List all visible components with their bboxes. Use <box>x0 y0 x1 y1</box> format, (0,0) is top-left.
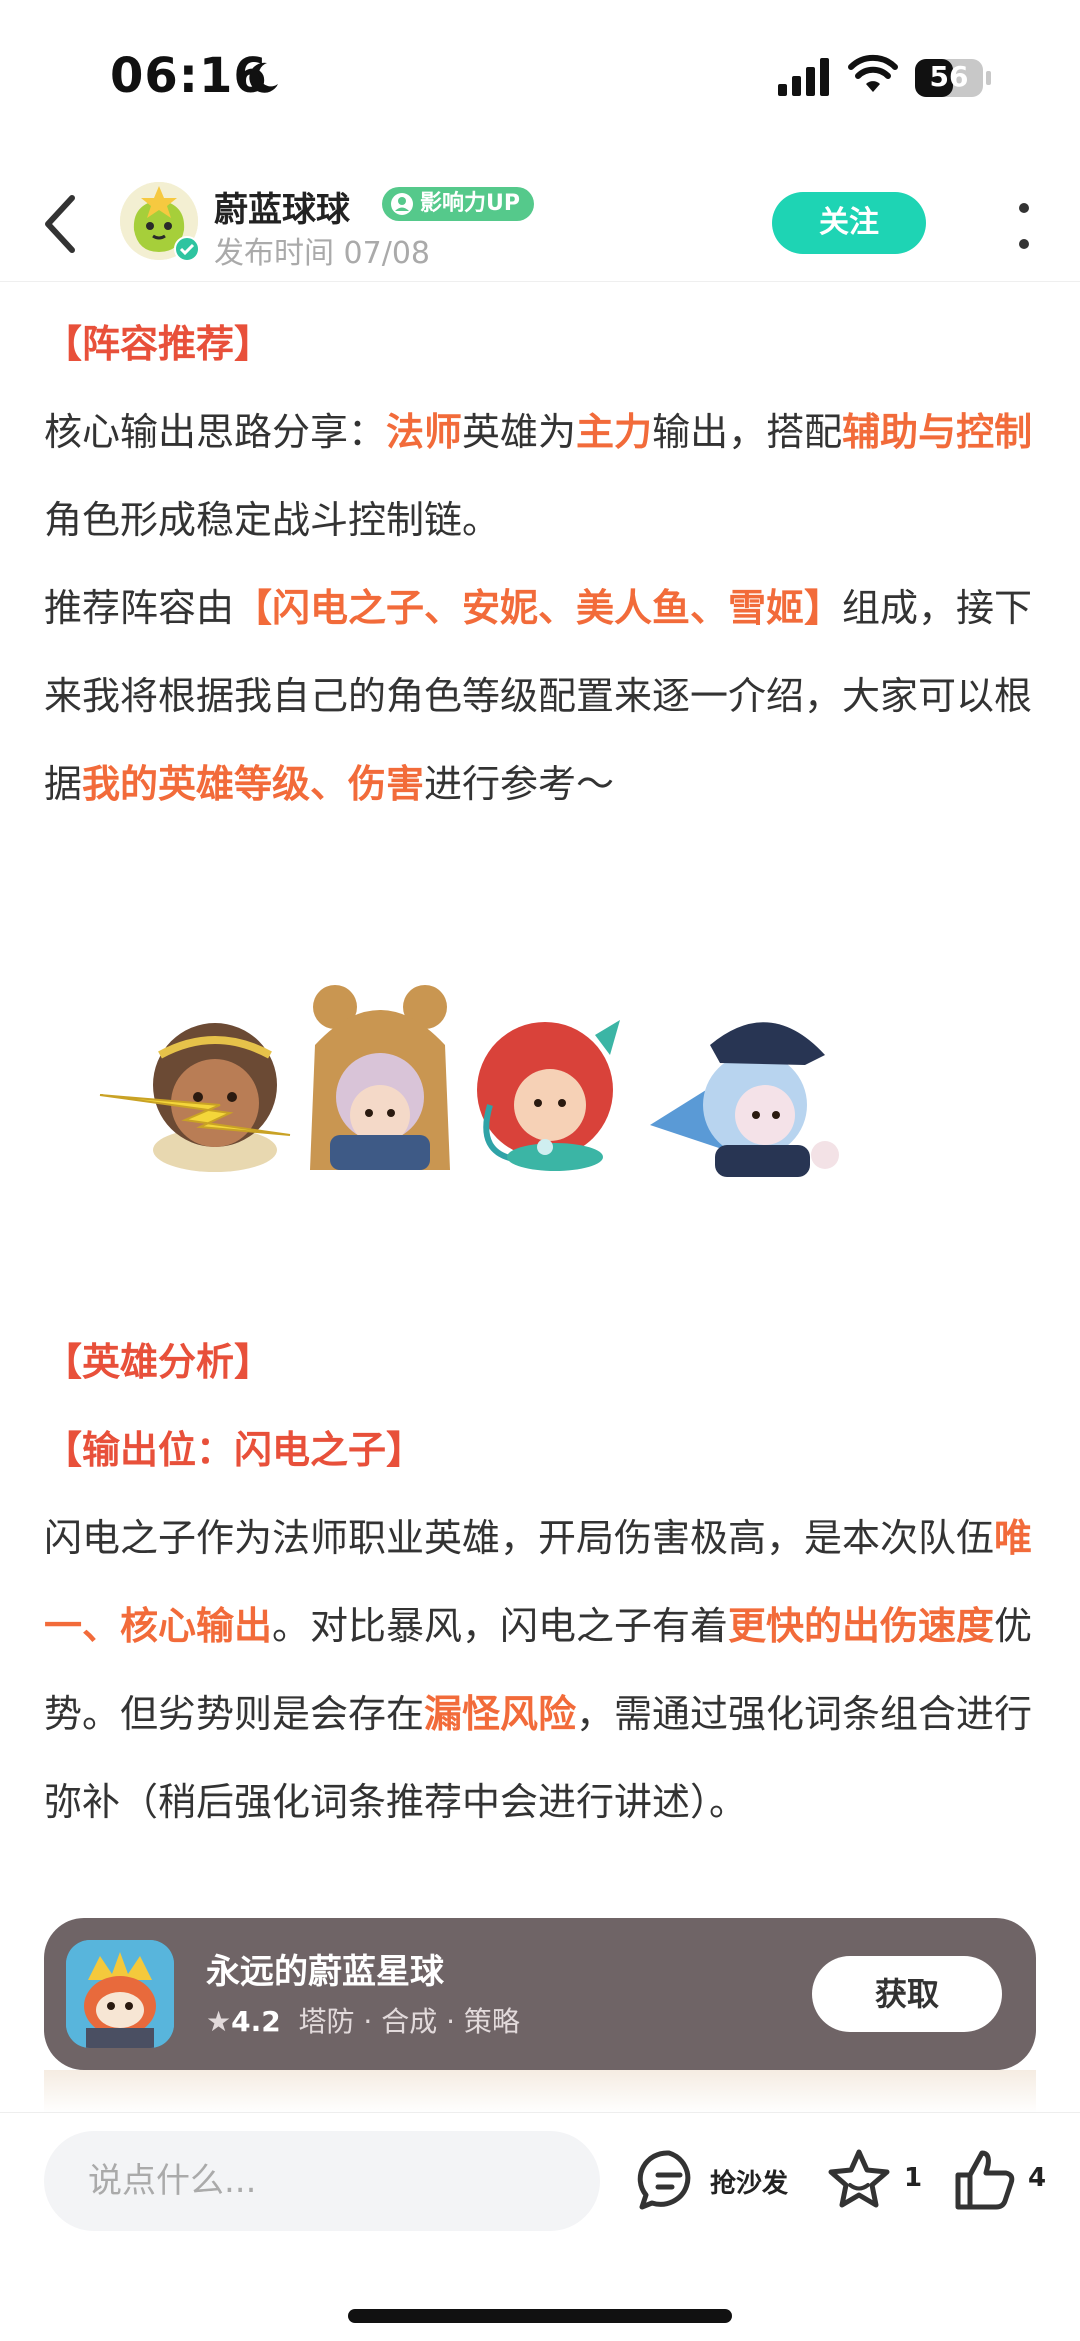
influence-badge: 影响力UP <box>382 187 534 221</box>
text-span: 闪电之子作为法师职业英雄，开局伤害极高，是本次队伍 <box>44 1516 995 1560</box>
paragraph-core-idea: 核心输出思路分享：法师英雄为主力输出，搭配辅助与控制角色形成稳定战斗控制链。 <box>44 388 1044 564</box>
analysis-section: 【英雄分析】 【输出位：闪电之子】 闪电之子作为法师职业英雄，开局伤害极高，是本… <box>44 1318 1044 1846</box>
highlight-text: 辅助与控制 <box>842 410 1033 454</box>
back-arrow-icon[interactable] <box>40 192 80 256</box>
battery-icon: 56 <box>914 58 994 98</box>
game-rating: 4.2 <box>231 2005 281 2038</box>
favorite-button[interactable]: 1 <box>826 2147 922 2217</box>
highlight-text: 我的英雄等级、伤害 <box>82 762 425 806</box>
comment-icon <box>637 2150 691 2210</box>
game-app-meta: ★4.2 塔防 · 合成 · 策略 <box>206 2000 520 2040</box>
home-indicator[interactable] <box>348 2309 732 2323</box>
battery-level: 56 <box>929 60 969 93</box>
game-app-card[interactable]: 永远的蔚蓝星球 ★4.2 塔防 · 合成 · 策略 获取 <box>44 1918 1036 2070</box>
annie-hero-icon <box>310 985 450 1170</box>
comment-input[interactable]: 说点什么... <box>44 2131 600 2231</box>
text-span: 推荐阵容由 <box>44 586 235 630</box>
analysis-heading: 【英雄分析】 <box>44 1340 273 1384</box>
highlight-text: 更快的出伤速度 <box>728 1604 995 1648</box>
highlight-text: 主力 <box>576 410 653 454</box>
publish-time: 发布时间 07/08 <box>214 236 430 271</box>
text-span: 进行参考～ <box>424 762 615 806</box>
hero-lineup-image[interactable] <box>90 985 990 1190</box>
text-span: 核心输出思路分享： <box>44 410 387 454</box>
highlight-text: 【闪电之子、安妮、美人鱼、雪姬】 <box>234 586 843 630</box>
sofa-label: 抢沙发 <box>710 2169 789 2199</box>
post-header: 蔚蓝球球 影响力UP 发布时间 07/08 关注 <box>0 170 1080 282</box>
comment-sofa-button[interactable]: 抢沙发 <box>636 2147 796 2217</box>
star-outline-icon <box>828 2149 890 2208</box>
like-count: 4 <box>1028 2163 1047 2193</box>
yuki-hero-icon <box>650 1022 839 1177</box>
paragraph-analysis: 闪电之子作为法师职业英雄，开局伤害极高，是本次队伍唯一、核心输出。对比暴风，闪电… <box>44 1494 1044 1846</box>
more-vertical-icon[interactable] <box>1010 200 1038 252</box>
avatar[interactable] <box>120 182 200 262</box>
text-span: 角色形成稳定战斗控制链。 <box>44 498 501 542</box>
lightning-son-hero-icon <box>99 1023 291 1172</box>
wifi-icon <box>848 54 898 92</box>
text-span: 英雄为 <box>462 410 577 454</box>
get-app-button[interactable]: 获取 <box>812 1956 1002 2032</box>
thumbs-up-icon <box>955 2150 1015 2210</box>
signal-icon <box>778 58 829 96</box>
text-span: 输出，搭配 <box>652 410 843 454</box>
follow-button[interactable]: 关注 <box>772 192 926 254</box>
bottom-action-bar: 说点什么... 抢沙发 1 4 <box>0 2112 1080 2341</box>
game-tags: 塔防 · 合成 · 策略 <box>298 2005 520 2038</box>
article-body: 【阵容推荐】 核心输出思路分享：法师英雄为主力输出，搭配辅助与控制角色形成稳定战… <box>44 300 1044 828</box>
verified-icon <box>174 236 200 262</box>
highlight-text: 漏怪风险 <box>424 1692 577 1736</box>
author-name[interactable]: 蔚蓝球球 <box>214 182 350 231</box>
star-icon: ★ <box>206 2005 232 2038</box>
favorite-count: 1 <box>904 2163 923 2193</box>
like-button[interactable]: 4 <box>952 2147 1052 2217</box>
text-span: 。对比暴风，闪电之子有着 <box>272 1604 729 1648</box>
lineup-heading: 【阵容推荐】 <box>44 322 273 366</box>
highlight-text: 法师 <box>386 410 463 454</box>
status-bar: 06:16 56 <box>0 0 1080 150</box>
game-app-name: 永远的蔚蓝星球 <box>206 1952 444 1992</box>
game-app-icon <box>66 1940 174 2048</box>
paragraph-lineup: 推荐阵容由【闪电之子、安妮、美人鱼、雪姬】组成，接下来我将根据我自己的角色等级配… <box>44 564 1044 828</box>
badge-label: 影响力UP <box>420 191 520 216</box>
mermaid-hero-icon <box>477 1020 620 1171</box>
content-fade <box>44 2070 1036 2114</box>
output-heading: 【输出位：闪电之子】 <box>44 1428 425 1472</box>
moon-icon <box>249 62 278 93</box>
influence-icon <box>391 193 413 215</box>
